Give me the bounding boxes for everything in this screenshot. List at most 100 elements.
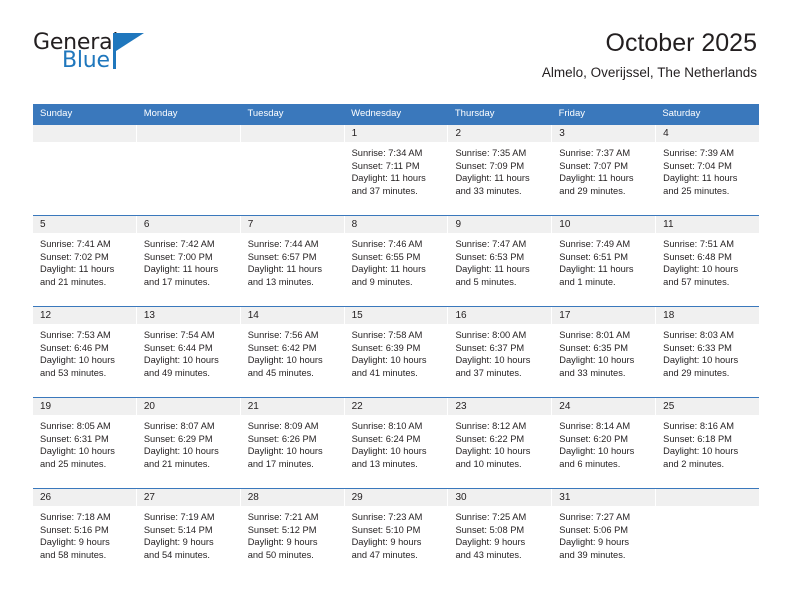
day-cell[interactable]: 8 Sunrise: 7:46 AM Sunset: 6:55 PM Dayli… — [344, 216, 449, 306]
day-cell[interactable]: 21 Sunrise: 8:09 AM Sunset: 6:26 PM Dayl… — [240, 398, 345, 488]
day-details: Sunrise: 8:07 AM Sunset: 6:29 PM Dayligh… — [137, 415, 240, 470]
day-number: 27 — [136, 489, 240, 506]
day-details: Sunrise: 7:51 AM Sunset: 6:48 PM Dayligh… — [656, 233, 759, 288]
day-number: 3 — [552, 125, 656, 142]
sunrise-text: Sunrise: 7:34 AM — [351, 148, 423, 158]
daylight-text-line2: and 37 minutes. — [455, 367, 522, 378]
day-details: Sunrise: 7:47 AM Sunset: 6:53 PM Dayligh… — [448, 233, 551, 288]
sunset-text: Sunset: 6:55 PM — [351, 251, 421, 262]
sunrise-text: Sunrise: 7:18 AM — [40, 512, 111, 522]
day-details: Sunrise: 7:37 AM Sunset: 7:07 PM Dayligh… — [552, 142, 655, 197]
day-cell[interactable]: 7 Sunrise: 7:44 AM Sunset: 6:57 PM Dayli… — [240, 216, 345, 306]
daylight-text-line1: Daylight: 9 hours — [247, 537, 318, 548]
day-number: 10 — [552, 216, 656, 233]
day-cell[interactable]: 28 Sunrise: 7:21 AM Sunset: 5:12 PM Dayl… — [240, 489, 345, 579]
weekday-header-sunday: Sunday — [40, 108, 73, 119]
sunrise-text: Sunrise: 7:42 AM — [143, 239, 215, 249]
day-cell[interactable]: 30 Sunrise: 7:25 AM Sunset: 5:08 PM Dayl… — [448, 489, 553, 579]
day-details: Sunrise: 7:42 AM Sunset: 7:00 PM Dayligh… — [137, 233, 240, 288]
day-cell[interactable]: 18 Sunrise: 8:03 AM Sunset: 6:33 PM Dayl… — [656, 307, 760, 397]
day-number: 25 — [656, 398, 760, 415]
sunrise-text: Sunrise: 7:19 AM — [143, 512, 215, 522]
daylight-text-line2: and 17 minutes. — [143, 276, 211, 287]
sunset-text: Sunset: 6:46 PM — [40, 342, 109, 353]
daylight-text-line1: Daylight: 9 hours — [559, 537, 630, 548]
daylight-text-line2: and 21 minutes. — [40, 276, 107, 287]
sunset-text: Sunset: 6:44 PM — [143, 342, 213, 353]
day-cell[interactable]: 23 Sunrise: 8:12 AM Sunset: 6:22 PM Dayl… — [448, 398, 553, 488]
daylight-text-line1: Daylight: 9 hours — [351, 537, 422, 548]
daylight-text-line2: and 54 minutes. — [143, 549, 211, 560]
day-details: Sunrise: 7:25 AM Sunset: 5:08 PM Dayligh… — [448, 506, 551, 561]
calendar-week-row: 5 Sunrise: 7:41 AM Sunset: 7:02 PM Dayli… — [33, 215, 760, 306]
sunset-text: Sunset: 6:20 PM — [559, 433, 629, 444]
day-cell[interactable]: 22 Sunrise: 8:10 AM Sunset: 6:24 PM Dayl… — [344, 398, 449, 488]
day-cell[interactable] — [240, 125, 345, 215]
day-cell[interactable]: 5 Sunrise: 7:41 AM Sunset: 7:02 PM Dayli… — [33, 216, 137, 306]
daylight-text-line1: Daylight: 11 hours — [351, 264, 426, 275]
sunset-text: Sunset: 6:51 PM — [559, 251, 629, 262]
day-cell[interactable]: 11 Sunrise: 7:51 AM Sunset: 6:48 PM Dayl… — [656, 216, 760, 306]
calendar-week-row: 26 Sunrise: 7:18 AM Sunset: 5:16 PM Dayl… — [33, 488, 760, 579]
sunrise-text: Sunrise: 8:12 AM — [455, 421, 527, 431]
daylight-text-line2: and 57 minutes. — [663, 276, 730, 287]
day-cell[interactable]: 2 Sunrise: 7:35 AM Sunset: 7:09 PM Dayli… — [448, 125, 553, 215]
day-details: Sunrise: 8:12 AM Sunset: 6:22 PM Dayligh… — [448, 415, 551, 470]
day-cell[interactable]: 20 Sunrise: 8:07 AM Sunset: 6:29 PM Dayl… — [136, 398, 241, 488]
sunset-text: Sunset: 6:31 PM — [40, 433, 109, 444]
weekday-header-monday: Monday — [143, 108, 178, 119]
day-details: Sunrise: 7:44 AM Sunset: 6:57 PM Dayligh… — [241, 233, 344, 288]
sunset-text: Sunset: 6:18 PM — [663, 433, 732, 444]
day-cell[interactable]: 14 Sunrise: 7:56 AM Sunset: 6:42 PM Dayl… — [240, 307, 345, 397]
day-cell[interactable] — [33, 125, 137, 215]
sunset-text: Sunset: 5:06 PM — [559, 524, 629, 535]
daylight-text-line2: and 25 minutes. — [663, 185, 730, 196]
daylight-text-line2: and 29 minutes. — [663, 367, 730, 378]
calendar-grid: Sunday Monday Tuesday Wednesday Thursday… — [33, 104, 760, 579]
day-cell[interactable]: 27 Sunrise: 7:19 AM Sunset: 5:14 PM Dayl… — [136, 489, 241, 579]
sunrise-text: Sunrise: 7:35 AM — [455, 148, 527, 158]
day-cell[interactable]: 17 Sunrise: 8:01 AM Sunset: 6:35 PM Dayl… — [552, 307, 657, 397]
day-cell[interactable]: 1 Sunrise: 7:34 AM Sunset: 7:11 PM Dayli… — [344, 125, 449, 215]
daylight-text-line1: Daylight: 10 hours — [663, 264, 739, 275]
general-blue-logo[interactable]: General Blue — [33, 26, 153, 82]
day-cell[interactable] — [136, 125, 241, 215]
day-cell[interactable]: 26 Sunrise: 7:18 AM Sunset: 5:16 PM Dayl… — [33, 489, 137, 579]
daylight-text-line2: and 10 minutes. — [455, 458, 522, 469]
daylight-text-line2: and 47 minutes. — [351, 549, 418, 560]
day-number: 30 — [448, 489, 552, 506]
sunset-text: Sunset: 6:29 PM — [143, 433, 213, 444]
day-cell[interactable]: 16 Sunrise: 8:00 AM Sunset: 6:37 PM Dayl… — [448, 307, 553, 397]
day-cell[interactable]: 3 Sunrise: 7:37 AM Sunset: 7:07 PM Dayli… — [552, 125, 657, 215]
day-cell[interactable]: 13 Sunrise: 7:54 AM Sunset: 6:44 PM Dayl… — [136, 307, 241, 397]
day-cell[interactable]: 19 Sunrise: 8:05 AM Sunset: 6:31 PM Dayl… — [33, 398, 137, 488]
day-cell[interactable]: 10 Sunrise: 7:49 AM Sunset: 6:51 PM Dayl… — [552, 216, 657, 306]
day-number: 20 — [136, 398, 240, 415]
sunset-text: Sunset: 6:57 PM — [247, 251, 317, 262]
page-header: General Blue October 2025 Almelo, Overij… — [0, 0, 792, 104]
sunset-text: Sunset: 5:08 PM — [455, 524, 525, 535]
daylight-text-line2: and 9 minutes. — [351, 276, 413, 287]
daylight-text-line1: Daylight: 11 hours — [40, 264, 115, 275]
day-cell[interactable] — [656, 489, 760, 579]
sunrise-text: Sunrise: 7:47 AM — [455, 239, 527, 249]
daylight-text-line2: and 33 minutes. — [455, 185, 522, 196]
day-details: Sunrise: 7:19 AM Sunset: 5:14 PM Dayligh… — [137, 506, 240, 561]
day-cell[interactable]: 25 Sunrise: 8:16 AM Sunset: 6:18 PM Dayl… — [656, 398, 760, 488]
day-cell[interactable]: 6 Sunrise: 7:42 AM Sunset: 7:00 PM Dayli… — [136, 216, 241, 306]
day-cell[interactable]: 4 Sunrise: 7:39 AM Sunset: 7:04 PM Dayli… — [656, 125, 760, 215]
day-number: 5 — [33, 216, 136, 233]
day-details: Sunrise: 8:10 AM Sunset: 6:24 PM Dayligh… — [345, 415, 448, 470]
day-cell[interactable]: 9 Sunrise: 7:47 AM Sunset: 6:53 PM Dayli… — [448, 216, 553, 306]
day-cell[interactable]: 29 Sunrise: 7:23 AM Sunset: 5:10 PM Dayl… — [344, 489, 449, 579]
day-cell[interactable]: 31 Sunrise: 7:27 AM Sunset: 5:06 PM Dayl… — [552, 489, 657, 579]
sunset-text: Sunset: 6:39 PM — [351, 342, 421, 353]
day-cell[interactable]: 15 Sunrise: 7:58 AM Sunset: 6:39 PM Dayl… — [344, 307, 449, 397]
daylight-text-line2: and 49 minutes. — [143, 367, 211, 378]
daylight-text-line1: Daylight: 10 hours — [247, 355, 323, 366]
calendar-week-row: 19 Sunrise: 8:05 AM Sunset: 6:31 PM Dayl… — [33, 397, 760, 488]
day-cell[interactable]: 24 Sunrise: 8:14 AM Sunset: 6:20 PM Dayl… — [552, 398, 657, 488]
day-details: Sunrise: 7:39 AM Sunset: 7:04 PM Dayligh… — [656, 142, 759, 197]
day-cell[interactable]: 12 Sunrise: 7:53 AM Sunset: 6:46 PM Dayl… — [33, 307, 137, 397]
sunrise-text: Sunrise: 8:09 AM — [247, 421, 319, 431]
